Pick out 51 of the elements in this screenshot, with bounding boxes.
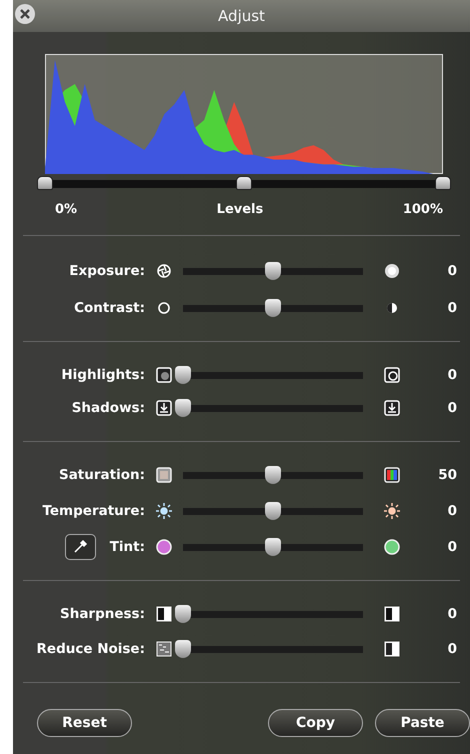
bright-circle-icon	[383, 262, 401, 280]
action-button[interactable]: Copy	[268, 709, 363, 737]
levels-label: Levels	[216, 202, 264, 217]
min-level-label: 0%	[55, 202, 78, 217]
slider-value: 0	[446, 400, 457, 416]
action-button[interactable]: Paste	[375, 709, 470, 737]
slider-label: Saturation:	[58, 467, 145, 483]
slider-label: Exposure:	[69, 263, 145, 279]
slider-thumb[interactable]	[265, 466, 281, 484]
slider-value: 0	[446, 539, 457, 555]
eyedropper-button[interactable]	[64, 534, 96, 560]
sun-icon	[383, 502, 401, 520]
slider-thumb[interactable]	[265, 262, 281, 280]
window-title: Adjust	[218, 7, 265, 25]
slider-value: 0	[446, 503, 457, 519]
circle-icon	[383, 538, 401, 556]
levels-handle[interactable]	[236, 176, 252, 190]
noise-square-icon	[155, 640, 173, 658]
levels-handle[interactable]	[435, 176, 451, 190]
slider-label: Sharpness:	[60, 606, 145, 622]
slider-thumb[interactable]	[175, 399, 191, 417]
square-icon	[155, 466, 173, 484]
slider-label: Shadows:	[72, 400, 145, 416]
striped-square-icon	[383, 466, 401, 484]
slider-label: Reduce Noise:	[36, 641, 145, 657]
sun-icon	[155, 502, 173, 520]
slider-value: 50	[437, 467, 457, 483]
action-button[interactable]: Reset	[37, 709, 132, 737]
slider-label: Temperature:	[42, 503, 145, 519]
aperture-icon	[155, 262, 173, 280]
hollow-circle-icon	[155, 299, 173, 317]
slider-value: 0	[446, 263, 457, 279]
slider-value: 0	[446, 300, 457, 316]
framed-ring-icon	[383, 366, 401, 384]
close-button[interactable]	[15, 4, 35, 24]
slider-value: 0	[446, 606, 457, 622]
slider-thumb[interactable]	[175, 605, 191, 623]
slider-thumb[interactable]	[175, 366, 191, 384]
close-icon	[19, 8, 31, 20]
slider-thumb[interactable]	[175, 640, 191, 658]
slider-thumb[interactable]	[265, 299, 281, 317]
levels-handle[interactable]	[37, 176, 53, 190]
slider-label: Highlights:	[61, 367, 145, 383]
slider-value: 0	[446, 641, 457, 657]
slider-label: Contrast:	[74, 300, 145, 316]
slider-value: 0	[446, 367, 457, 383]
circle-icon	[155, 538, 173, 556]
slider-thumb[interactable]	[265, 538, 281, 556]
slider-label: Tint:	[110, 539, 145, 555]
slider-thumb[interactable]	[265, 502, 281, 520]
max-level-label: 100%	[402, 202, 443, 217]
